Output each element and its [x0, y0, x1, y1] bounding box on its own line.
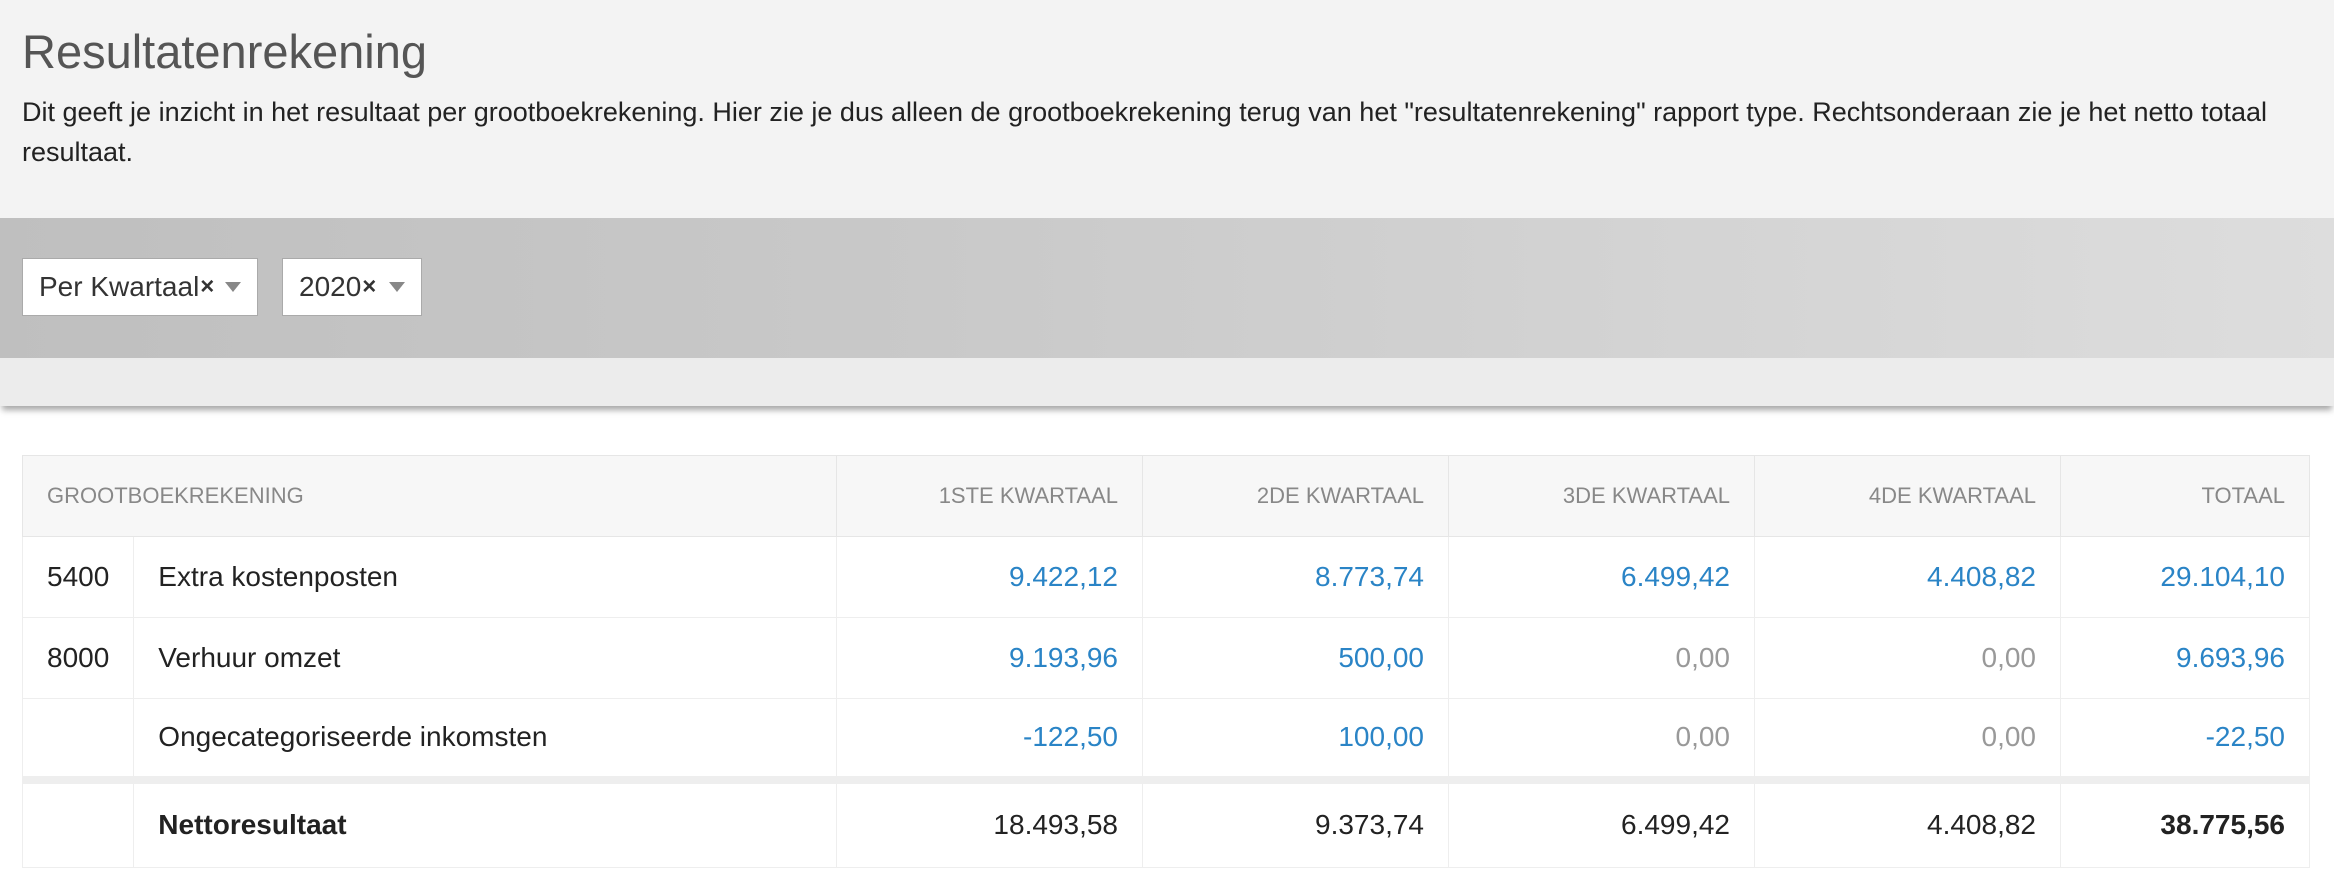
- account-code: 8000: [21, 617, 135, 699]
- period-select-value: Per Kwartaal: [39, 271, 200, 302]
- header-q4[interactable]: 4DE KWARTAAL: [1754, 455, 2061, 537]
- period-dropdown-arrow-icon[interactable]: [225, 282, 241, 292]
- value-zero: 0,00: [1754, 698, 2061, 780]
- table-row: Ongecategoriseerde inkomsten -122,50 100…: [21, 698, 2310, 780]
- value-link[interactable]: 6.499,42: [1448, 536, 1755, 618]
- header-q1[interactable]: 1STE KWARTAAL: [836, 455, 1143, 537]
- account-name: Extra kostenposten: [133, 536, 837, 618]
- filter-bar-shadow: [0, 358, 2334, 406]
- total-q3: 6.499,42: [1448, 775, 1755, 868]
- total-value-link[interactable]: 9.693,96: [2060, 617, 2310, 699]
- page-description: Dit geeft je inzicht in het resultaat pe…: [22, 97, 2268, 167]
- year-select-value: 2020: [299, 271, 362, 302]
- value-link[interactable]: 9.422,12: [836, 536, 1143, 618]
- year-dropdown-arrow-icon[interactable]: [389, 282, 405, 292]
- page-header: Resultatenrekening Dit geeft je inzicht …: [0, 0, 2334, 218]
- account-name: Ongecategoriseerde inkomsten: [133, 698, 837, 780]
- table-row: 5400 Extra kostenposten 9.422,12 8.773,7…: [21, 536, 2310, 618]
- account-name: Verhuur omzet: [133, 617, 837, 699]
- value-link[interactable]: 9.193,96: [836, 617, 1143, 699]
- header-account[interactable]: GROOTBOEKREKENING: [22, 455, 837, 537]
- total-label: Nettoresultaat: [133, 775, 837, 868]
- account-code: [21, 698, 135, 780]
- results-table-container: GROOTBOEKREKENING 1STE KWARTAAL 2DE KWAR…: [21, 455, 2310, 868]
- total-value-link[interactable]: -22,50: [2060, 698, 2310, 780]
- value-link[interactable]: -122,50: [836, 698, 1143, 780]
- period-clear-icon[interactable]: ×: [200, 273, 214, 301]
- filter-bar: Per Kwartaal × 2020 ×: [0, 218, 2334, 358]
- value-zero: 0,00: [1448, 698, 1755, 780]
- header-total[interactable]: TOTAAL: [2060, 455, 2310, 537]
- value-link[interactable]: 8.773,74: [1142, 536, 1449, 618]
- total-code-empty: [21, 775, 135, 868]
- period-select[interactable]: Per Kwartaal ×: [22, 258, 258, 316]
- header-q3[interactable]: 3DE KWARTAAL: [1448, 455, 1755, 537]
- total-q1: 18.493,58: [836, 775, 1143, 868]
- total-q4: 4.408,82: [1754, 775, 2061, 868]
- page-title: Resultatenrekening: [22, 25, 427, 78]
- value-link[interactable]: 500,00: [1142, 617, 1449, 699]
- table-row: 8000 Verhuur omzet 9.193,96 500,00 0,00 …: [21, 617, 2310, 699]
- total-value-link[interactable]: 29.104,10: [2060, 536, 2310, 618]
- value-link[interactable]: 100,00: [1142, 698, 1449, 780]
- value-zero: 0,00: [1754, 617, 2061, 699]
- year-select[interactable]: 2020 ×: [282, 258, 422, 316]
- header-q2[interactable]: 2DE KWARTAAL: [1142, 455, 1449, 537]
- total-row: Nettoresultaat 18.493,58 9.373,74 6.499,…: [21, 775, 2310, 868]
- value-zero: 0,00: [1448, 617, 1755, 699]
- account-code: 5400: [21, 536, 135, 618]
- value-link[interactable]: 4.408,82: [1754, 536, 2061, 618]
- results-table: GROOTBOEKREKENING 1STE KWARTAAL 2DE KWAR…: [21, 455, 2310, 868]
- table-header-row: GROOTBOEKREKENING 1STE KWARTAAL 2DE KWAR…: [22, 455, 2310, 537]
- grand-total: 38.775,56: [2060, 775, 2310, 868]
- year-clear-icon[interactable]: ×: [362, 273, 376, 301]
- total-q2: 9.373,74: [1142, 775, 1449, 868]
